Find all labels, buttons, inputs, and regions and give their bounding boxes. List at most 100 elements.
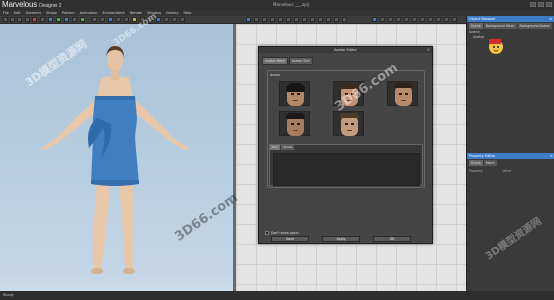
dress-neckline xyxy=(95,96,135,100)
dont-show-again-label: Don't show again xyxy=(271,231,299,235)
accessory-tabs: Hair Shoes xyxy=(270,145,295,150)
dart-tool-button[interactable] xyxy=(302,17,307,22)
measure-tool-button[interactable] xyxy=(428,17,433,22)
pin-tool-button[interactable] xyxy=(64,17,69,22)
avatar-editor-dialog: Avatar Editor × Avatar Mesh Avatar Size … xyxy=(258,46,433,244)
tab-props-scene[interactable]: Scene xyxy=(469,160,483,166)
select-tool-button[interactable] xyxy=(3,17,8,22)
simulate-button[interactable] xyxy=(48,17,53,22)
stop-button[interactable] xyxy=(40,17,45,22)
free-sewing-button[interactable] xyxy=(334,17,339,22)
annotation-tool-button[interactable] xyxy=(420,17,425,22)
menu-gallery[interactable]: Gallery xyxy=(166,11,178,15)
ok-button[interactable]: OK xyxy=(373,236,411,242)
scene-tree: Scene Avatar xyxy=(469,30,484,40)
dont-show-again-checkbox[interactable] xyxy=(265,231,269,235)
menu-edit[interactable]: Edit xyxy=(14,11,21,15)
texture-edit-button[interactable] xyxy=(372,17,377,22)
avatar-thumb-3[interactable] xyxy=(387,81,418,106)
property-column-header: Property xyxy=(469,169,483,173)
accessory-list[interactable] xyxy=(273,153,420,186)
save-button[interactable]: Save xyxy=(271,236,309,242)
tab-shoes[interactable]: Shoes xyxy=(281,145,295,150)
pattern-visibility-button[interactable] xyxy=(164,17,169,22)
right-foot xyxy=(123,268,135,274)
dialog-button-row: Save Apply OK xyxy=(271,236,411,242)
menu-file[interactable]: File xyxy=(3,11,9,15)
view-side-button[interactable] xyxy=(108,17,113,22)
tab-avatar-size[interactable]: Avatar Size xyxy=(288,57,313,65)
menu-animation[interactable]: Animation xyxy=(80,11,98,15)
right-leg xyxy=(119,178,133,270)
panel-close-icon[interactable]: ✕ xyxy=(549,16,552,22)
property-close-icon[interactable]: ✕ xyxy=(550,153,553,159)
menu-render[interactable]: Render xyxy=(130,11,142,15)
tab-hair[interactable]: Hair xyxy=(270,145,281,150)
avatar-thumb-5[interactable] xyxy=(333,111,364,136)
circle-tool-button[interactable] xyxy=(286,17,291,22)
menu-environment[interactable]: Environment xyxy=(102,11,124,15)
grid-toggle-button[interactable] xyxy=(436,17,441,22)
menu-garment[interactable]: Garment xyxy=(26,11,41,15)
tab-props-fabric[interactable]: Fabric xyxy=(483,160,498,166)
move-tool-button[interactable] xyxy=(10,17,15,22)
transform-pattern-button[interactable] xyxy=(246,17,251,22)
object-browser-panel: Object Browser ✕ Scene Background Patch … xyxy=(466,16,554,291)
tab-background-patch[interactable]: Background Patch xyxy=(483,23,517,29)
avatar-model[interactable] xyxy=(35,38,195,283)
avatar-thumb-1[interactable] xyxy=(279,81,310,106)
add-point-button[interactable] xyxy=(262,17,267,22)
internal-line-button[interactable] xyxy=(310,17,315,22)
view-front-button[interactable] xyxy=(92,17,97,22)
segment-sewing-button[interactable] xyxy=(326,17,331,22)
view-top-button[interactable] xyxy=(116,17,121,22)
dialog-tabs: Avatar Mesh Avatar Size xyxy=(262,57,313,65)
app-window: Marvelous Designer 2 Marvelous ___.zprj F… xyxy=(0,0,554,300)
rectangle-tool-button[interactable] xyxy=(278,17,283,22)
sewing-tool-button[interactable] xyxy=(318,17,323,22)
light-toggle-button[interactable] xyxy=(132,17,137,22)
menu-help[interactable]: Help xyxy=(184,11,192,15)
dialog-title: Avatar Editor xyxy=(334,48,357,52)
property-columns: Property Value xyxy=(467,169,554,173)
graphic-tool-button[interactable] xyxy=(380,17,385,22)
stress-map-button[interactable] xyxy=(180,17,185,22)
zipper-tool-button[interactable] xyxy=(396,17,401,22)
polygon-tool-button[interactable] xyxy=(270,17,275,22)
avatar-group-label: Avatar xyxy=(270,73,281,77)
tab-scene[interactable]: Scene xyxy=(469,23,483,29)
menu-pattern[interactable]: Pattern xyxy=(62,11,75,15)
rotate-tool-button[interactable] xyxy=(17,17,22,22)
close-icon[interactable]: × xyxy=(427,47,430,53)
topstitch-tool-button[interactable] xyxy=(404,17,409,22)
apply-button[interactable]: Apply xyxy=(322,236,360,242)
fit-view-button[interactable] xyxy=(452,17,457,22)
view-back-button[interactable] xyxy=(100,17,105,22)
button-tool-button[interactable] xyxy=(388,17,393,22)
fold-arrange-button[interactable] xyxy=(412,17,417,22)
strain-map-button[interactable] xyxy=(172,17,177,22)
play-button[interactable] xyxy=(25,17,30,22)
title-bar: Marvelous Designer 2 Marvelous ___.zprj xyxy=(0,0,554,10)
check-sewing-button[interactable] xyxy=(342,17,347,22)
menu-shape[interactable]: Shape xyxy=(46,11,57,15)
tab-avatar-mesh[interactable]: Avatar Mesh xyxy=(262,57,288,65)
zoom-button[interactable] xyxy=(444,17,449,22)
texture-toggle-button[interactable] xyxy=(124,17,129,22)
close-window-button[interactable] xyxy=(546,2,552,7)
tab-background-avatar[interactable]: Background Avatar xyxy=(517,23,552,29)
minimize-button[interactable] xyxy=(530,2,536,7)
property-tabs: Scene Fabric xyxy=(467,160,554,166)
toolbar xyxy=(0,16,466,24)
edit-pattern-button[interactable] xyxy=(254,17,259,22)
logo-sub-text: Designer 2 xyxy=(39,3,62,9)
tape-tool-button[interactable] xyxy=(72,17,77,22)
tree-node-avatar[interactable]: Avatar xyxy=(469,35,484,40)
maximize-button[interactable] xyxy=(538,2,544,7)
object-browser-tabs: Scene Background Patch Background Avatar xyxy=(467,23,554,29)
avatar-thumb-4[interactable] xyxy=(279,111,310,136)
record-button[interactable] xyxy=(32,17,37,22)
fold-tool-button[interactable] xyxy=(56,17,61,22)
curve-tool-button[interactable] xyxy=(294,17,299,22)
fabric-tool-button[interactable] xyxy=(80,17,85,22)
